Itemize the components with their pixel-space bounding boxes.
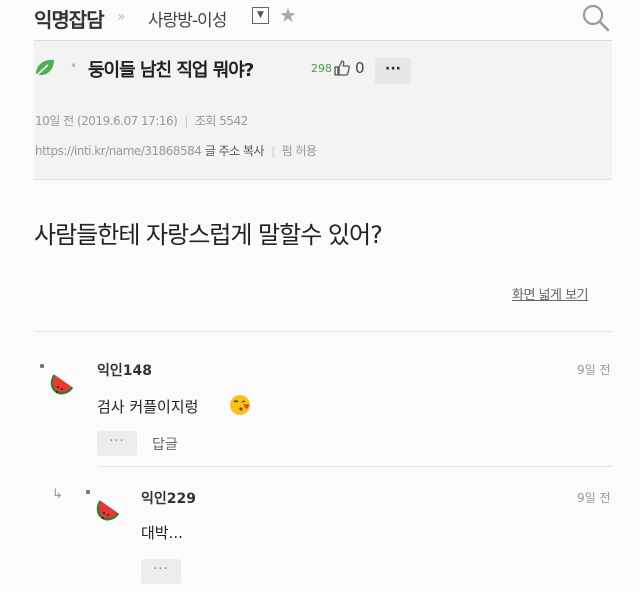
reply-arrow-icon: ↳	[52, 487, 63, 502]
category-link[interactable]: 사랑방-이성	[148, 6, 227, 31]
watermelon-avatar-icon	[50, 374, 74, 395]
copy-url-link[interactable]: 글 주소 복사	[205, 144, 265, 158]
post-date: 10일 전 (2019.6.07 17:16)	[35, 114, 178, 128]
board-title[interactable]: 익명잡담	[34, 4, 105, 33]
star-icon[interactable]: ★	[279, 3, 297, 27]
kiss-emoji-icon	[230, 395, 250, 415]
watermelon-avatar-icon	[96, 500, 120, 521]
search-icon[interactable]	[581, 3, 611, 33]
view-count: 조회 5542	[194, 114, 248, 128]
comment-time: 9일 전	[577, 363, 611, 377]
breadcrumb-separator: »	[117, 9, 126, 25]
comment-bullet	[40, 364, 44, 368]
dropdown-icon[interactable]: ▼	[252, 7, 269, 24]
like-value: 0	[355, 59, 365, 77]
comment-more-button[interactable]: ···	[97, 431, 137, 456]
post-meta: 10일 전 (2019.6.07 17:16) | 조회 5542	[35, 114, 248, 128]
comment-time: 9일 전	[577, 491, 611, 505]
leaf-icon	[36, 59, 54, 76]
comment-more-button[interactable]: ···	[141, 559, 181, 584]
content-divider	[34, 331, 612, 332]
post-body: 사람들한테 자랑스럽게 말할수 있어?	[34, 221, 383, 249]
repost-policy: 펌 허용	[281, 144, 317, 158]
post-title: 둥이들 남친 직업 뭐야?	[88, 60, 254, 81]
thumbs-up-icon[interactable]	[333, 59, 351, 81]
wide-view-link[interactable]: 화면 넓게 보기	[512, 284, 589, 303]
comment-text: 검사 커플이지렁	[97, 398, 199, 416]
post-url: https://inti.kr/name/31868584	[35, 144, 202, 158]
comment-author: 익인148	[97, 363, 152, 379]
comment-bullet	[86, 490, 90, 494]
more-options-button[interactable]: ···	[375, 58, 411, 84]
post-url-row: https://inti.kr/name/31868584 글 주소 복사 | 펌 …	[35, 144, 317, 158]
like-count: 298	[311, 62, 332, 75]
comment-divider	[98, 466, 612, 467]
title-dot: •	[70, 59, 78, 73]
reply-button[interactable]: 답글	[152, 434, 178, 454]
comment-author: 익인229	[141, 491, 196, 507]
comment-text: 대박...	[141, 524, 183, 542]
